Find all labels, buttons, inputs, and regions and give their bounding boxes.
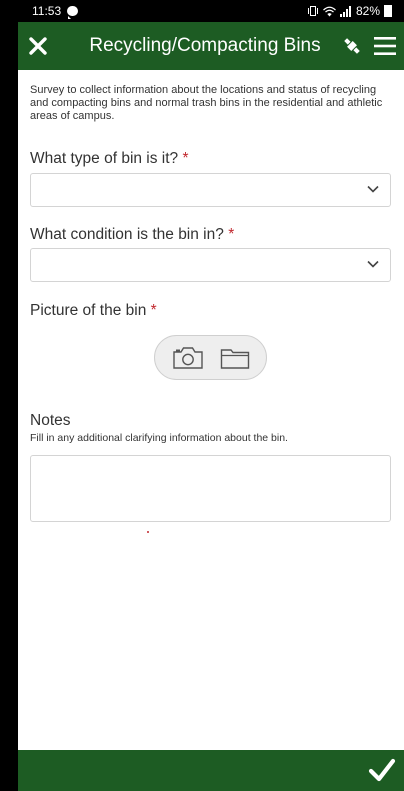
notes-hint: Fill in any additional clarifying inform… xyxy=(30,432,288,444)
question-bin-picture-label: Picture of the bin * xyxy=(30,302,157,320)
phone-screen: 11:53 82% Recycling/Compacting Bins Surv… xyxy=(18,0,404,791)
wifi-icon xyxy=(323,6,336,16)
question-text: What condition is the bin in? xyxy=(30,226,224,243)
chevron-down-icon xyxy=(367,185,379,193)
app-title: Recycling/Compacting Bins xyxy=(89,35,321,56)
question-text: Picture of the bin xyxy=(30,302,147,319)
gps-icon xyxy=(344,38,360,54)
form-description: Survey to collect information about the … xyxy=(30,84,383,122)
status-bar: 11:53 82% xyxy=(18,0,404,22)
notes-textarea[interactable] xyxy=(30,455,391,522)
status-right: 82% xyxy=(307,4,392,18)
close-button[interactable] xyxy=(18,22,58,70)
signal-icon xyxy=(339,5,351,17)
battery-icon xyxy=(384,5,392,17)
question-text: What type of bin is it? xyxy=(30,150,179,167)
submit-button[interactable] xyxy=(368,756,396,784)
focus-dot xyxy=(147,531,149,533)
required-marker: * xyxy=(150,302,157,319)
required-marker: * xyxy=(228,226,235,243)
bin-type-dropdown[interactable] xyxy=(30,173,391,207)
hamburger-menu-icon xyxy=(374,37,396,55)
chevron-down-icon xyxy=(367,260,379,268)
media-picker xyxy=(154,335,267,380)
status-left: 11:53 xyxy=(32,4,79,19)
checkmark-icon xyxy=(368,758,396,782)
form-content: Survey to collect information about the … xyxy=(18,70,404,750)
app-bar: Recycling/Compacting Bins xyxy=(18,22,404,70)
menu-button[interactable] xyxy=(366,22,404,70)
question-bin-type-label: What type of bin is it? * xyxy=(30,150,189,168)
question-bin-condition-label: What condition is the bin in? * xyxy=(30,226,234,244)
bin-condition-dropdown[interactable] xyxy=(30,248,391,282)
battery-percentage: 82% xyxy=(355,4,380,18)
footer-bar xyxy=(18,750,404,791)
notes-label: Notes xyxy=(30,412,71,429)
close-icon xyxy=(29,37,47,55)
status-time: 11:53 xyxy=(32,4,62,18)
camera-icon[interactable] xyxy=(172,346,204,370)
message-notification-icon xyxy=(67,6,79,19)
gps-button[interactable] xyxy=(338,22,366,70)
folder-icon[interactable] xyxy=(220,346,250,370)
vibrate-icon xyxy=(307,6,318,16)
required-marker: * xyxy=(182,150,189,167)
